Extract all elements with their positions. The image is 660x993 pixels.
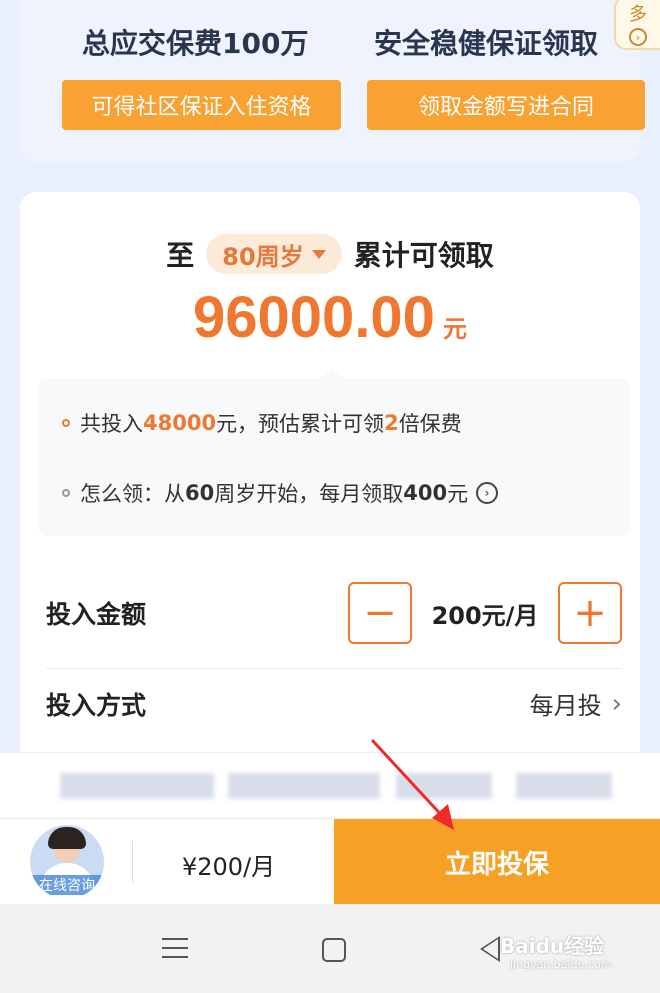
investment-amount-row: 投入金额 − 200元/月 + (46, 580, 622, 646)
avatar-hair (48, 827, 86, 849)
total-amount-value: 96000.00 (193, 285, 435, 350)
monthly-price: ¥200/月 (182, 853, 276, 881)
age-selector-label: 80周岁 (222, 242, 304, 271)
blurred-block (60, 773, 214, 799)
method-value: 每月投 (529, 692, 602, 720)
blurred-block (228, 773, 380, 799)
dropdown-triangle-icon (311, 249, 326, 259)
info-text: 怎么领：从 (80, 482, 185, 506)
watermark-url: jingyan.baidu.com (510, 958, 612, 971)
buy-now-button[interactable]: 立即投保 (334, 819, 660, 905)
blurred-block (396, 773, 492, 799)
title-suffix: 累计可领取 (353, 239, 494, 272)
more-tab[interactable]: 多 › (614, 0, 660, 50)
age-selector[interactable]: 80周岁 (206, 234, 342, 274)
total-amount-unit: 元 (442, 316, 467, 343)
method-label: 投入方式 (46, 690, 147, 720)
blurred-content-strip (0, 752, 660, 818)
consultant-avatar[interactable]: 在线咨询 (30, 825, 104, 899)
amount-label: 投入金额 (46, 600, 147, 629)
info-box: 共投入 48000 元，预估累计可领 2 倍保费 怎么领：从 60 周岁开始，每… (38, 368, 630, 536)
amount-value: 200元/月 (431, 601, 539, 630)
chevron-right-icon: › (629, 28, 647, 46)
home-icon[interactable] (322, 938, 346, 962)
investment-method-row[interactable]: 投入方式 每月投 › (46, 668, 622, 738)
info-bold: 400 (403, 481, 448, 505)
consult-label: 在线咨询 (30, 875, 104, 895)
info-highlight: 48000 (143, 411, 217, 435)
banner-right-heading: 安全稳健保证领取 (374, 27, 599, 60)
banner-left-heading: 总应交保费100万 (82, 27, 309, 60)
divider (132, 841, 133, 883)
info-text: 元 (447, 482, 469, 506)
info-text: 元，预估累计可领 (216, 412, 385, 436)
bullet-icon (62, 489, 70, 497)
info-line-investment: 共投入 48000 元，预估累计可领 2 倍保费 (62, 408, 462, 438)
benefit-card: 至 80周岁 累计可领取 96000.00 元 共投入 48000 元，预估累计可… (20, 192, 640, 772)
increase-button[interactable]: + (558, 582, 622, 644)
title-prefix: 至 (166, 239, 195, 272)
info-highlight: 2 (384, 411, 399, 435)
method-selector[interactable]: 每月投 › (530, 686, 622, 721)
chevron-right-circle-icon[interactable]: › (476, 482, 499, 504)
blurred-block (516, 773, 612, 799)
menu-icon[interactable] (162, 938, 188, 965)
chevron-right-icon: › (611, 688, 622, 719)
amount-stepper: − 200元/月 + (348, 582, 622, 644)
watermark-brand: Baidu经验 (500, 934, 605, 958)
more-tab-label: 多 (629, 4, 647, 25)
info-bold: 60 (185, 481, 215, 505)
benefit-title-row: 至 80周岁 累计可领取 (20, 234, 640, 274)
bottom-action-bar: 在线咨询 ¥200/月 立即投保 (0, 818, 660, 905)
total-amount: 96000.00 元 (20, 284, 640, 351)
info-text: 倍保费 (398, 412, 462, 436)
info-line-how-to-claim[interactable]: 怎么领：从 60 周岁开始，每月领取 400 元 › (62, 478, 499, 508)
benefit-banner: 总应交保费100万 安全稳健保证领取 可得社区保证入住资格 领取金额写进合同 (20, 0, 645, 162)
banner-right-tag: 领取金额写进合同 (367, 80, 645, 130)
decrease-button[interactable]: − (348, 582, 412, 644)
back-icon[interactable] (480, 936, 500, 962)
banner-left-tag: 可得社区保证入住资格 (62, 80, 341, 130)
info-text: 共投入 (80, 412, 143, 436)
bullet-icon (62, 419, 70, 427)
info-text: 周岁开始，每月领取 (214, 482, 404, 506)
